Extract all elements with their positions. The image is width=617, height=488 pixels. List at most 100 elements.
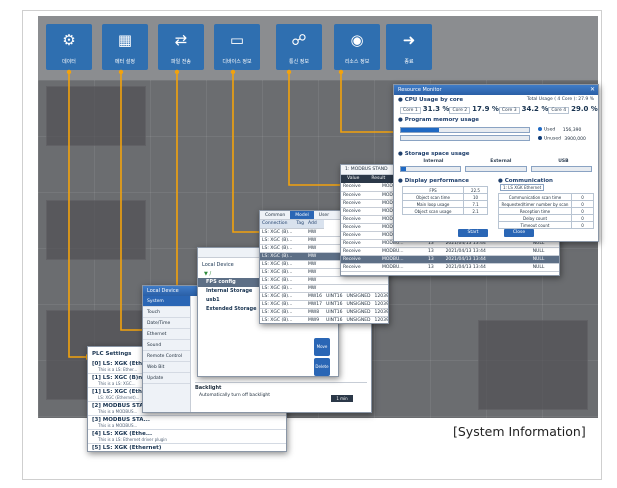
table-cell: MW8 <box>305 308 325 317</box>
cpu-core: Core 2 17.9 % <box>449 105 499 114</box>
table-row[interactable]: ReceiveMODBU...132021/04/13 13:44 NULL <box>341 247 559 256</box>
metric-value: 7.1 <box>463 200 488 208</box>
table-cell: Receive <box>341 215 380 224</box>
table-row[interactable]: LS: XGC (B)... MW <box>260 276 388 285</box>
table-cell: LS: XGC (B)... <box>260 236 295 245</box>
table-row[interactable]: LS: XGC (B)... MW8 UINT16 UNSIGNED 12039 <box>260 308 388 317</box>
table-cell: MW9 <box>305 316 325 323</box>
table-cell: UINT16 <box>324 316 345 323</box>
tags-tab[interactable]: Common <box>260 211 290 219</box>
cpu-core-name: Core 3 <box>498 107 520 114</box>
unused-label: Unused <box>544 136 561 142</box>
table-cell: MODBU... <box>379 247 427 256</box>
settings-menu-item[interactable]: System <box>143 296 190 307</box>
tags-tab[interactable]: Model <box>290 211 314 219</box>
storage-column-label: USB <box>558 159 569 164</box>
settings-menu-item[interactable]: Sound <box>143 340 190 351</box>
table-cell: Receive <box>341 183 380 192</box>
metric-value: 0 <box>571 200 594 208</box>
storage-columns: Internal External USB <box>394 159 598 164</box>
settings-menu-item[interactable]: Web Bit <box>143 362 190 373</box>
figure-caption: [System Information] <box>453 424 586 439</box>
settings-menu-item[interactable]: Ethernet <box>143 329 190 340</box>
comm-select[interactable]: 1: LS XGK Ethernet <box>500 184 545 191</box>
table-cell: UNSIGNED <box>344 308 373 317</box>
resource-monitor-title: Resource Monitor <box>394 85 598 95</box>
plc-list-item[interactable]: [3] MODBUS STA... This is a MODBUS... <box>88 416 286 430</box>
cpu-cores: Core 1 31.3 % Core 2 17.9 % Core 3 34.2 % Core… <box>394 105 598 115</box>
tags-header-cell: Tag <box>294 220 306 229</box>
metric-value: 22.5 <box>463 186 488 194</box>
table-cell <box>294 244 306 253</box>
table-cell <box>294 228 306 237</box>
program-unused: Unused 3900,000 <box>538 136 586 142</box>
table-cell: Receive <box>341 263 380 272</box>
plc-list-item[interactable]: [4] LS: XGK (Ethe... This is a LS: Ethern… <box>88 430 286 444</box>
table-cell: MW <box>305 228 325 237</box>
storage-move-button[interactable]: Move <box>314 338 330 356</box>
tags-tab[interactable]: User <box>314 211 334 219</box>
table-cell <box>294 300 306 309</box>
table-cell: MW <box>305 252 325 261</box>
table-cell: MW <box>305 260 325 269</box>
table-cell <box>294 292 306 301</box>
storage-title-text: Storage space usage <box>404 151 470 157</box>
folder-root-label: / <box>209 271 212 277</box>
settings-menu-item[interactable]: Update <box>143 373 190 384</box>
backlight-panel: Backlight Automatically turn off backlig… <box>195 382 367 408</box>
external-bar <box>465 166 527 172</box>
metric-value: 0 <box>571 221 594 229</box>
table-row[interactable]: LS: XGC (B)... MW16 UINT16 UNSIGNED 12039 <box>260 292 388 301</box>
table-cell <box>294 284 306 293</box>
settings-menu-item[interactable]: Date/Time <box>143 318 190 329</box>
connector-plc <box>68 72 86 358</box>
table-cell: NULL <box>530 263 559 272</box>
comm-log-tab[interactable]: Value <box>341 175 365 183</box>
storage-column-label: Internal <box>423 159 444 164</box>
settings-menu-item[interactable]: Remote Control <box>143 351 190 362</box>
table-cell: Receive <box>341 191 380 200</box>
program-bar-fill <box>401 128 440 132</box>
internal-bar-fill <box>401 167 406 171</box>
metric-value: 0 <box>571 214 594 222</box>
program-used: Used 156,390 <box>538 127 581 133</box>
backlight-title: Backlight <box>195 385 222 391</box>
used-value: 156,390 <box>562 127 582 133</box>
plc-list-item[interactable]: [5] LS: XGK (Ethernet)This is a LS: Ethe… <box>88 444 286 451</box>
table-cell <box>294 268 306 277</box>
table-row: Object scan usage 2.1 <box>402 207 488 215</box>
connector-tags <box>232 72 262 233</box>
table-row: Delay count 0 <box>498 214 594 222</box>
table-cell: NULL <box>530 255 559 264</box>
table-row[interactable]: ReceiveMODBU...132021/04/13 13:44 NULL <box>341 263 559 272</box>
table-row[interactable]: LS: XGC (B)... MW <box>260 284 388 293</box>
metric-value: 0 <box>571 193 594 201</box>
storage-section-title: ● Storage space usage <box>398 151 470 157</box>
cpu-core-name: Core 1 <box>400 107 421 114</box>
communication-panel: ● Communication 1: LS XGK Ethernet Commu… <box>494 176 598 229</box>
unused-dot-icon <box>538 136 542 140</box>
storage-delete-button[interactable]: Delete <box>314 358 330 376</box>
close-icon[interactable]: ✕ <box>590 85 595 95</box>
table-cell: LS: XGC (B)... <box>260 316 295 323</box>
table-row[interactable]: LS: XGC (B)... MW9 UINT16 UNSIGNED 12039 <box>260 316 388 323</box>
table-cell: Receive <box>341 207 380 216</box>
cpu-total: Total Usage ( 4 Core ): 27.9 % <box>526 97 594 102</box>
comm-log-tab[interactable]: Result <box>365 175 391 183</box>
metric-name: Main loop usage <box>402 200 464 208</box>
display-section-title: ● Display performance <box>398 178 469 184</box>
table-cell: MODBU... <box>379 255 427 264</box>
table-cell <box>523 255 531 264</box>
table-cell <box>324 284 345 293</box>
close-button[interactable]: Close <box>504 229 534 237</box>
metric-name: Delay count <box>498 214 572 222</box>
table-cell: Receive <box>341 255 380 264</box>
cpu-core-value: 31.3 % <box>422 105 450 113</box>
settings-menu-item[interactable]: Touch <box>143 307 190 318</box>
table-row[interactable]: LS: XGC (B)... MW17 UINT16 UNSIGNED 12039 <box>260 300 388 309</box>
backlight-select[interactable]: 1 min <box>331 395 353 402</box>
table-row: Communication scan time 0 <box>498 193 594 201</box>
table-cell: UNSIGNED <box>344 292 373 301</box>
table-row[interactable]: ReceiveMODBU...132021/04/13 13:44 NULL <box>341 255 559 264</box>
start-button[interactable]: Start <box>458 229 488 237</box>
